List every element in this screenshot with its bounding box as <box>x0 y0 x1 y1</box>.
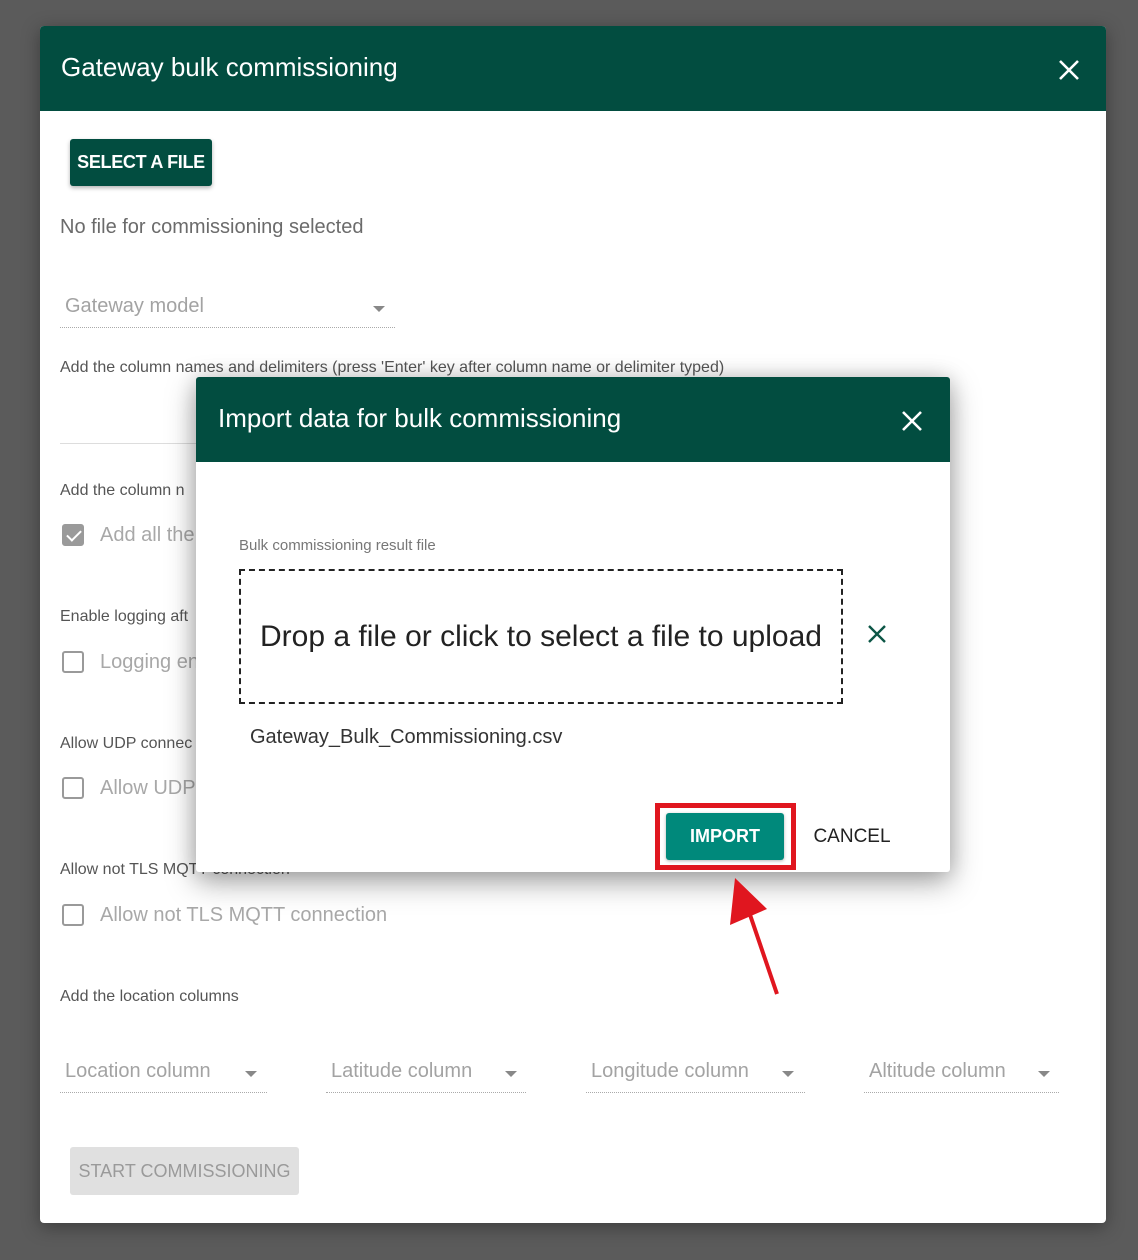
longitude-column-placeholder: Longitude column <box>591 1060 749 1082</box>
logging-label: Enable logging aft <box>60 608 189 625</box>
import-dialog-title: Import data for bulk commissioning <box>218 403 622 433</box>
cancel-button[interactable]: CANCEL <box>802 813 902 860</box>
udp-checkbox[interactable] <box>62 777 84 799</box>
result-file-label: Bulk commissioning result file <box>239 537 436 554</box>
file-dropzone[interactable]: Drop a file or click to select a file to… <box>239 569 843 704</box>
chevron-down-icon <box>782 1071 794 1077</box>
file-status-text: No file for commissioning selected <box>60 216 364 238</box>
location-column-select[interactable]: Location column <box>60 1056 267 1093</box>
longitude-column-select[interactable]: Longitude column <box>586 1056 805 1093</box>
latitude-column-select[interactable]: Latitude column <box>326 1056 526 1093</box>
import-button[interactable]: IMPORT <box>666 813 784 860</box>
remove-file-icon[interactable] <box>867 624 887 644</box>
location-column-placeholder: Location column <box>65 1060 211 1082</box>
close-icon[interactable] <box>1058 59 1080 81</box>
chevron-down-icon <box>505 1071 517 1077</box>
gateway-model-select[interactable]: Gateway model <box>60 291 395 328</box>
selected-file-name: Gateway_Bulk_Commissioning.csv <box>250 726 563 748</box>
add-all-checkbox-label: Add all the <box>100 524 195 546</box>
annotation-arrow-icon <box>730 878 779 995</box>
logging-checkbox[interactable] <box>62 651 84 673</box>
altitude-column-placeholder: Altitude column <box>869 1060 1006 1082</box>
import-data-dialog: Import data for bulk commissioning Bulk … <box>196 377 950 872</box>
udp-label: Allow UDP connec <box>60 735 193 752</box>
add-columns-label: Add the column n <box>60 482 185 499</box>
latitude-column-placeholder: Latitude column <box>331 1060 473 1082</box>
location-columns-label: Add the location columns <box>60 988 239 1005</box>
close-icon[interactable] <box>901 410 923 432</box>
add-all-checkbox[interactable] <box>62 524 84 546</box>
dialog-header: Gateway bulk commissioning <box>40 26 1106 111</box>
select-file-button[interactable]: SELECT A FILE <box>70 139 212 186</box>
chevron-down-icon <box>1038 1071 1050 1077</box>
tls-checkbox[interactable] <box>62 904 84 926</box>
dropzone-text: Drop a file or click to select a file to… <box>260 619 822 653</box>
dialog-title: Gateway bulk commissioning <box>61 52 398 82</box>
tls-checkbox-label: Allow not TLS MQTT connection <box>100 904 388 926</box>
import-dialog-header: Import data for bulk commissioning <box>196 377 950 462</box>
logging-checkbox-label: Logging en <box>100 651 199 673</box>
gateway-model-placeholder: Gateway model <box>65 295 204 317</box>
column-names-label: Add the column names and delimiters (pre… <box>60 359 725 376</box>
altitude-column-select[interactable]: Altitude column <box>864 1056 1059 1093</box>
chevron-down-icon <box>245 1071 257 1077</box>
udp-checkbox-label: Allow UDP <box>100 777 196 799</box>
start-commissioning-button[interactable]: START COMMISSIONING <box>70 1147 299 1195</box>
chevron-down-icon <box>373 306 385 312</box>
